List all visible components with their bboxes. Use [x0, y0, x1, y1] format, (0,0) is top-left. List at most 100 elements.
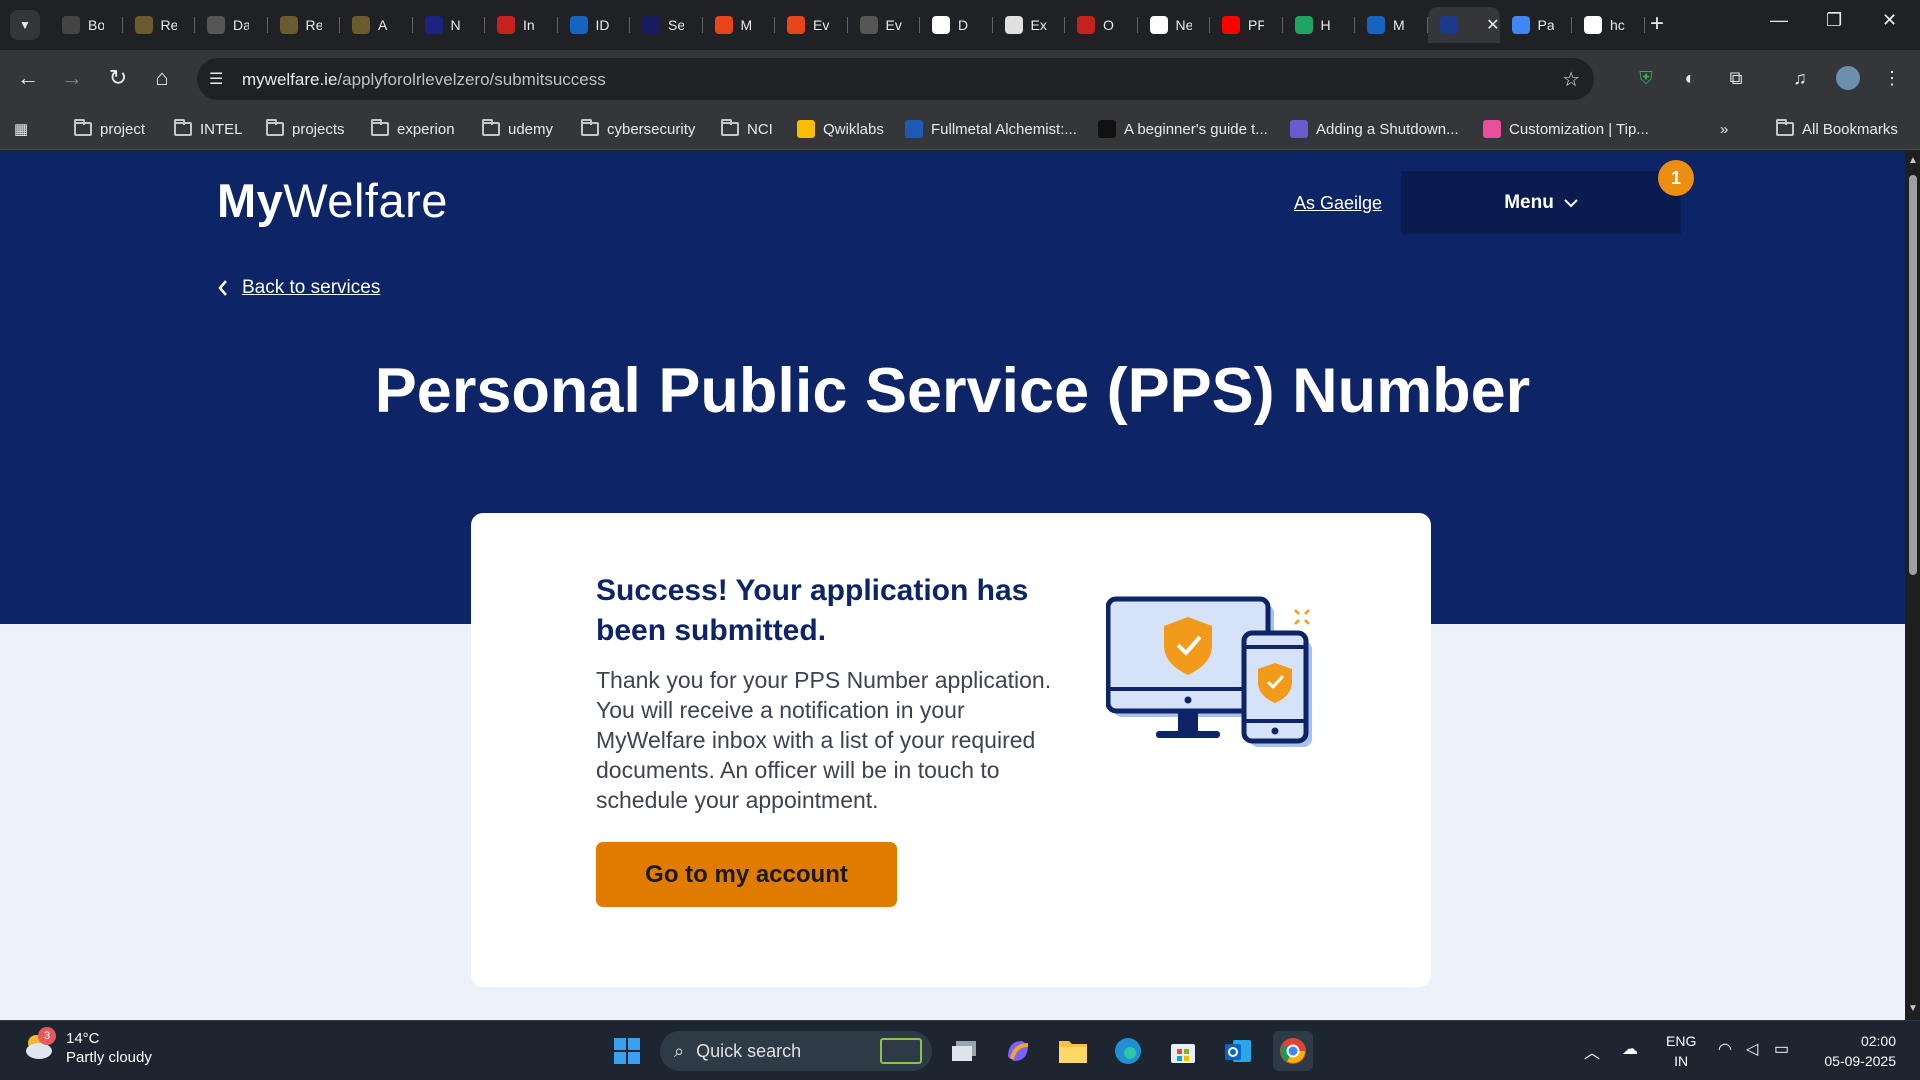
- extension-icon[interactable]: ◐: [1678, 66, 1702, 90]
- bookmark-link[interactable]: Adding a Shutdown...: [1290, 118, 1459, 140]
- show-hidden-icons-chevron[interactable]: ︿: [1584, 1039, 1600, 1063]
- minimize-button[interactable]: —: [1770, 10, 1788, 31]
- scroll-down-arrow-icon[interactable]: ▼: [1908, 1003, 1918, 1014]
- browser-tab[interactable]: N: [413, 7, 486, 43]
- copilot-icon[interactable]: [998, 1031, 1038, 1071]
- browser-tab[interactable]: Re: [268, 7, 341, 43]
- browser-tab[interactable]: Ex: [993, 7, 1066, 43]
- browser-tab[interactable]: Bo: [50, 7, 123, 43]
- back-to-services-link[interactable]: Back to services: [218, 277, 380, 299]
- browser-tab[interactable]: Ev: [848, 7, 921, 43]
- bookmark-link[interactable]: Qwiklabs: [797, 118, 884, 140]
- site-favicon-icon: [797, 120, 815, 138]
- mywelfare-logo[interactable]: MyWelfare: [217, 173, 448, 228]
- harp-icon: [134, 16, 153, 34]
- close-tab-icon[interactable]: ✕: [1486, 15, 1499, 35]
- browser-tab[interactable]: A: [340, 7, 413, 43]
- weather-temperature: 14°C: [66, 1030, 100, 1047]
- menu-button[interactable]: Menu: [1401, 171, 1681, 234]
- browser-tab[interactable]: M: [1355, 7, 1428, 43]
- onedrive-icon[interactable]: ☁: [1622, 1039, 1638, 1059]
- system-clock[interactable]: 02:00 05-09-2025: [1816, 1031, 1896, 1071]
- bookmark-link[interactable]: Customization | Tip...: [1483, 118, 1649, 140]
- scroll-up-arrow-icon[interactable]: ▲: [1908, 155, 1918, 166]
- weather-widget[interactable]: 3 14°C Partly cloudy: [22, 1027, 152, 1067]
- forward-arrow-icon[interactable]: →: [58, 66, 86, 90]
- bookmark-folder[interactable]: INTEL: [174, 118, 243, 140]
- globe-icon: [207, 16, 225, 34]
- browser-tab[interactable]: Pa: [1500, 7, 1573, 43]
- scrollbar-thumb[interactable]: [1909, 175, 1917, 575]
- all-bookmarks-folder[interactable]: All Bookmarks: [1776, 118, 1898, 140]
- stocks-widget-icon: [880, 1038, 922, 1064]
- bookmark-folder[interactable]: cybersecurity: [581, 118, 695, 140]
- address-bar[interactable]: ☰ mywelfare.ie/applyforolrlevelzero/subm…: [197, 58, 1594, 100]
- close-window-button[interactable]: ✕: [1882, 10, 1897, 31]
- wifi-icon[interactable]: ◠: [1718, 1039, 1732, 1059]
- home-icon[interactable]: ⌂: [148, 66, 176, 90]
- browser-tab[interactable]: H: [1283, 7, 1356, 43]
- file-explorer-icon[interactable]: [1053, 1031, 1093, 1071]
- browser-tab[interactable]: D: [920, 7, 993, 43]
- bookmark-label: projects: [292, 120, 345, 138]
- more-menu-icon[interactable]: ⋮: [1880, 66, 1904, 90]
- outlook-icon[interactable]: [1218, 1031, 1258, 1071]
- browser-tab[interactable]: PF: [1210, 7, 1283, 43]
- irish-language-link[interactable]: As Gaeilge: [1294, 193, 1382, 214]
- bookmark-star-icon[interactable]: ☆: [1562, 67, 1580, 92]
- microsoft-store-icon[interactable]: [1163, 1031, 1203, 1071]
- taskbar-search-box[interactable]: ⌕ Quick search: [660, 1031, 932, 1071]
- profile-avatar[interactable]: [1836, 66, 1860, 90]
- browser-tab[interactable]: M: [703, 7, 776, 43]
- chrome-taskbar-icon[interactable]: [1273, 1031, 1313, 1071]
- browser-tab[interactable]: ID: [558, 7, 631, 43]
- chevron-left-icon: [218, 280, 227, 296]
- browser-tab[interactable]: In: [485, 7, 558, 43]
- bookmark-folder[interactable]: projects: [266, 118, 345, 140]
- page-scrollbar[interactable]: ▲ ▼: [1905, 151, 1920, 1020]
- volume-icon[interactable]: ◁: [1746, 1039, 1758, 1059]
- tab-search-button[interactable]: ▼: [10, 10, 40, 40]
- battery-icon[interactable]: ▭: [1774, 1039, 1789, 1059]
- browser-tab[interactable]: Da: [195, 7, 268, 43]
- folder-icon: [371, 119, 389, 136]
- bookmarks-overflow-button[interactable]: »: [1720, 118, 1728, 140]
- bookmark-folder[interactable]: udemy: [482, 118, 553, 140]
- url-text[interactable]: mywelfare.ie/applyforolrlevelzero/submit…: [242, 70, 606, 90]
- go-to-account-button[interactable]: Go to my account: [596, 842, 897, 907]
- partly-cloudy-icon: 3: [22, 1027, 56, 1063]
- browser-tab[interactable]: Re: [123, 7, 196, 43]
- tab-title: Ev: [813, 17, 829, 33]
- bookmarks-bar: ▦ » All Bookmarks project INTEL projects ex…: [0, 108, 1920, 150]
- bookmark-label: experion: [397, 120, 455, 138]
- task-view-icon[interactable]: [944, 1031, 984, 1071]
- bookmark-link[interactable]: A beginner's guide t...: [1098, 118, 1268, 140]
- browser-tab[interactable]: Se: [630, 7, 703, 43]
- bookmark-folder[interactable]: NCI: [721, 118, 773, 140]
- browser-tab[interactable]: ✕: [1427, 7, 1500, 43]
- input-language-indicator[interactable]: ENG IN: [1666, 1031, 1696, 1071]
- windows-start-icon[interactable]: [607, 1031, 647, 1071]
- new-tab-button[interactable]: +: [1650, 12, 1664, 36]
- bookmark-link[interactable]: Fullmetal Alchemist:...: [905, 118, 1077, 140]
- browser-tab[interactable]: hc: [1572, 7, 1645, 43]
- tab-title: N: [450, 17, 461, 33]
- bookmark-folder[interactable]: project: [74, 118, 145, 140]
- tab-title: Ev: [885, 17, 902, 33]
- apps-grid-icon[interactable]: ▦: [14, 118, 28, 140]
- youtube-icon: [1222, 16, 1240, 34]
- back-arrow-icon[interactable]: ←: [14, 66, 42, 90]
- media-control-icon[interactable]: ♫: [1788, 66, 1812, 90]
- bookmark-folder[interactable]: experion: [371, 118, 455, 140]
- site-info-icon[interactable]: ☰: [209, 69, 223, 89]
- restore-button[interactable]: ❐: [1826, 10, 1842, 31]
- browser-tab[interactable]: Ev: [775, 7, 848, 43]
- reload-icon[interactable]: ↻: [104, 66, 132, 90]
- folder-icon: [482, 119, 500, 136]
- edge-browser-icon[interactable]: [1108, 1031, 1148, 1071]
- puzzle-extensions-icon[interactable]: ⧉: [1724, 66, 1748, 90]
- tab-title: H: [1320, 17, 1331, 33]
- browser-tab[interactable]: O: [1065, 7, 1138, 43]
- shield-extension-icon[interactable]: ⛨: [1634, 66, 1658, 90]
- browser-tab[interactable]: Ne: [1138, 7, 1211, 43]
